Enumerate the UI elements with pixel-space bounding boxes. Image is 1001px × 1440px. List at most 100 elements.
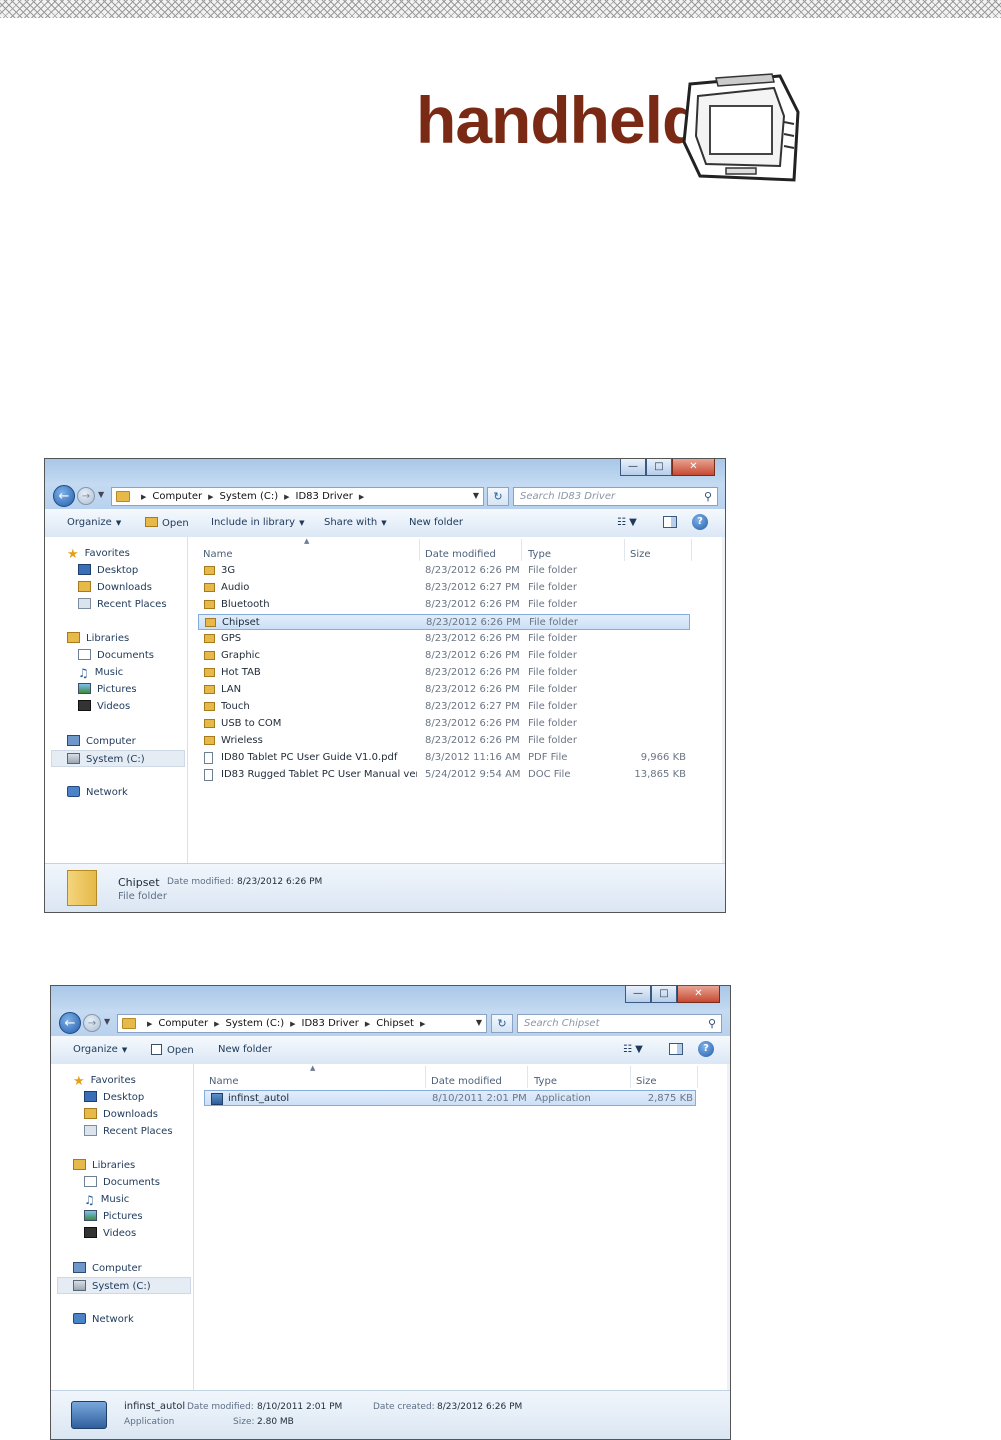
search-input[interactable]: Search Chipset ⚲ xyxy=(517,1014,722,1033)
open-button[interactable]: Open xyxy=(145,517,189,529)
organize-button[interactable]: Organize ▼ xyxy=(73,1044,127,1055)
nav-pictures[interactable]: Pictures xyxy=(78,681,137,698)
close-button[interactable]: ✕ xyxy=(672,459,715,476)
column-divider[interactable] xyxy=(425,1066,426,1088)
preview-pane-icon[interactable] xyxy=(663,516,677,528)
minimize-button[interactable]: — xyxy=(625,986,651,1003)
nav-favorites[interactable]: ★ Favorites xyxy=(67,545,130,562)
vertical-scrollbar[interactable] xyxy=(722,537,725,864)
organize-button[interactable]: Organize ▼ xyxy=(67,517,121,528)
file-row[interactable]: Bluetooth 8/23/2012 6:26 PM File folder xyxy=(198,597,690,613)
file-row[interactable]: 3G 8/23/2012 6:26 PM File folder xyxy=(198,563,690,579)
recent-pages-dropdown-icon[interactable]: ▼ xyxy=(104,1017,110,1026)
breadcrumb-chevron-icon[interactable]: ▶ xyxy=(284,493,289,501)
breadcrumb-chevron-icon[interactable]: ▶ xyxy=(147,1020,152,1028)
vertical-scrollbar[interactable] xyxy=(727,1064,730,1391)
include-in-library-button[interactable]: Include in library ▼ xyxy=(211,517,304,528)
breadcrumb-chevron-icon[interactable]: ▶ xyxy=(141,493,146,501)
help-icon[interactable]: ? xyxy=(698,1041,714,1057)
nav-pictures[interactable]: Pictures xyxy=(84,1208,143,1225)
change-view-icon[interactable]: ☷ ▼ xyxy=(617,517,637,528)
nav-videos[interactable]: Videos xyxy=(78,698,130,715)
file-row[interactable]: LAN 8/23/2012 6:26 PM File folder xyxy=(198,682,690,698)
breadcrumb-system-c[interactable]: System (C:) xyxy=(226,1018,285,1029)
file-row[interactable]: ID80 Tablet PC User Guide V1.0.pdf 8/3/20… xyxy=(198,750,690,766)
preview-pane-icon[interactable] xyxy=(669,1043,683,1055)
column-header-name[interactable]: Name xyxy=(209,1074,239,1090)
breadcrumb-computer[interactable]: Computer xyxy=(158,1018,208,1029)
file-row[interactable]: Wrieless 8/23/2012 6:26 PM File folder xyxy=(198,733,690,749)
breadcrumb-chevron-icon[interactable]: ▶ xyxy=(290,1020,295,1028)
breadcrumb-id83-driver[interactable]: ID83 Driver xyxy=(302,1018,359,1029)
minimize-button[interactable]: — xyxy=(620,459,646,476)
breadcrumb-computer[interactable]: Computer xyxy=(152,491,202,502)
column-header-size[interactable]: Size xyxy=(630,547,651,563)
address-bar[interactable]: ▶ Computer ▶ System (C:) ▶ ID83 Driver ▶… xyxy=(117,1014,487,1033)
nav-downloads[interactable]: Downloads xyxy=(78,579,152,596)
nav-music[interactable]: ♫ Music xyxy=(78,664,123,681)
search-icon[interactable]: ⚲ xyxy=(708,1015,716,1032)
breadcrumb-chipset[interactable]: Chipset xyxy=(376,1018,414,1029)
refresh-icon[interactable]: ↻ xyxy=(487,487,509,506)
forward-arrow-icon[interactable]: → xyxy=(83,1014,101,1032)
breadcrumb-chevron-icon[interactable]: ▶ xyxy=(420,1020,425,1028)
column-header-type[interactable]: Type xyxy=(528,547,551,563)
address-dropdown-icon[interactable]: ▼ xyxy=(473,491,479,500)
nav-recent-places[interactable]: Recent Places xyxy=(78,596,167,613)
file-row[interactable]: USB to COM 8/23/2012 6:26 PM File folder xyxy=(198,716,690,732)
address-dropdown-icon[interactable]: ▼ xyxy=(476,1018,482,1027)
column-divider[interactable] xyxy=(521,539,522,561)
file-row[interactable]: GPS 8/23/2012 6:26 PM File folder xyxy=(198,631,690,647)
search-icon[interactable]: ⚲ xyxy=(704,488,712,505)
column-divider[interactable] xyxy=(697,1066,698,1088)
nav-documents[interactable]: Documents xyxy=(84,1174,160,1191)
column-header-name[interactable]: Name xyxy=(203,547,233,563)
column-header-date-modified[interactable]: Date modified xyxy=(431,1074,502,1090)
nav-favorites[interactable]: ★ Favorites xyxy=(73,1072,136,1089)
file-row[interactable]: Touch 8/23/2012 6:27 PM File folder xyxy=(198,699,690,715)
column-divider[interactable] xyxy=(527,1066,528,1088)
file-row[interactable]: Hot TAB 8/23/2012 6:26 PM File folder xyxy=(198,665,690,681)
help-icon[interactable]: ? xyxy=(692,514,708,530)
change-view-icon[interactable]: ☷ ▼ xyxy=(623,1044,643,1055)
close-button[interactable]: ✕ xyxy=(677,986,720,1003)
nav-downloads[interactable]: Downloads xyxy=(84,1106,158,1123)
column-header-size[interactable]: Size xyxy=(636,1074,657,1090)
column-divider[interactable] xyxy=(691,539,692,561)
breadcrumb-system-c[interactable]: System (C:) xyxy=(220,491,279,502)
share-with-button[interactable]: Share with ▼ xyxy=(324,517,387,528)
breadcrumb-chevron-icon[interactable]: ▶ xyxy=(208,493,213,501)
column-divider[interactable] xyxy=(624,539,625,561)
column-header-date-modified[interactable]: Date modified xyxy=(425,547,496,563)
nav-videos[interactable]: Videos xyxy=(84,1225,136,1242)
nav-documents[interactable]: Documents xyxy=(78,647,154,664)
new-folder-button[interactable]: New folder xyxy=(409,517,463,528)
nav-computer[interactable]: Computer xyxy=(73,1260,142,1277)
file-row[interactable]: ID83 Rugged Tablet PC User Manual ver...… xyxy=(198,767,690,783)
file-row[interactable]: Audio 8/23/2012 6:27 PM File folder xyxy=(198,580,690,596)
nav-desktop[interactable]: Desktop xyxy=(78,562,138,579)
open-button[interactable]: Open xyxy=(151,1044,194,1056)
nav-network[interactable]: Network xyxy=(73,1311,134,1328)
file-row[interactable]: infinst_autol 8/10/2011 2:01 PM Applicatio… xyxy=(204,1090,696,1106)
breadcrumb-id83-driver[interactable]: ID83 Driver xyxy=(296,491,353,502)
nav-libraries[interactable]: Libraries xyxy=(73,1157,135,1174)
back-arrow-icon[interactable]: ← xyxy=(53,485,75,507)
forward-arrow-icon[interactable]: → xyxy=(77,487,95,505)
search-input[interactable]: Search ID83 Driver ⚲ xyxy=(513,487,718,506)
file-row[interactable]: Chipset 8/23/2012 6:26 PM File folder xyxy=(198,614,690,630)
nav-desktop[interactable]: Desktop xyxy=(84,1089,144,1106)
nav-libraries[interactable]: Libraries xyxy=(67,630,129,647)
new-folder-button[interactable]: New folder xyxy=(218,1044,272,1055)
breadcrumb-chevron-icon[interactable]: ▶ xyxy=(365,1020,370,1028)
maximize-button[interactable]: □ xyxy=(646,459,672,476)
address-bar[interactable]: ▶ Computer ▶ System (C:) ▶ ID83 Driver ▶… xyxy=(111,487,484,506)
nav-music[interactable]: ♫ Music xyxy=(84,1191,129,1208)
column-header-type[interactable]: Type xyxy=(534,1074,557,1090)
nav-recent-places[interactable]: Recent Places xyxy=(84,1123,173,1140)
nav-network[interactable]: Network xyxy=(67,784,128,801)
nav-computer[interactable]: Computer xyxy=(67,733,136,750)
breadcrumb-chevron-icon[interactable]: ▶ xyxy=(359,493,364,501)
column-divider[interactable] xyxy=(419,539,420,561)
column-divider[interactable] xyxy=(630,1066,631,1088)
